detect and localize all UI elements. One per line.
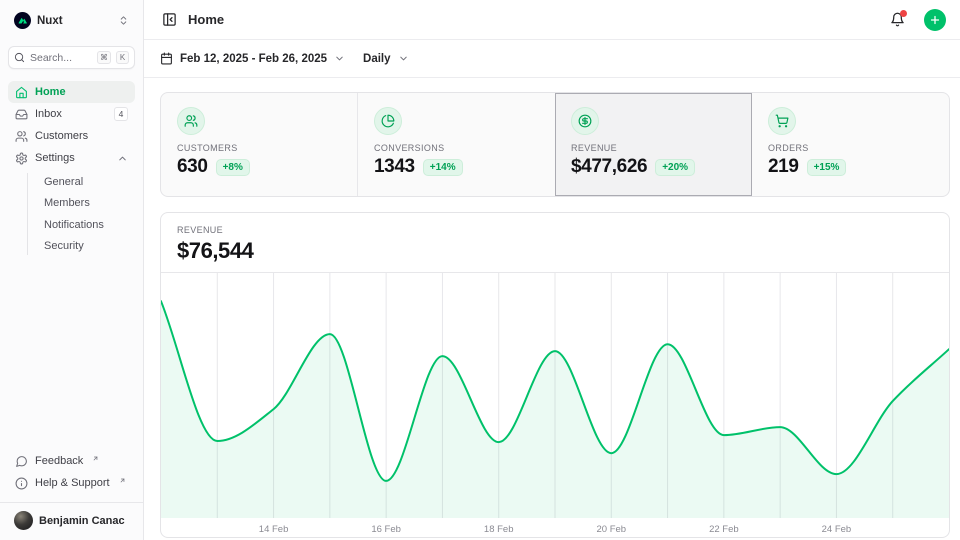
user-name: Benjamin Canac: [39, 515, 125, 527]
date-range-value: Feb 12, 2025 - Feb 26, 2025: [180, 53, 327, 65]
chart-header: REVENUE $76,544: [161, 213, 949, 271]
users-icon: [184, 114, 198, 128]
sidebar-item-inbox[interactable]: Inbox 4: [8, 103, 135, 125]
home-icon: [15, 86, 28, 99]
stat-card-customers[interactable]: CUSTOMERS 630 +8%: [161, 93, 358, 196]
sidebar-item-feedback[interactable]: Feedback: [8, 450, 135, 472]
inbox-count-badge: 4: [114, 107, 128, 121]
settings-subnav: General Members Notifications Security: [8, 171, 135, 257]
sidebar-item-home[interactable]: Home: [8, 81, 135, 103]
sidebar-item-label: Feedback: [35, 455, 83, 467]
chevron-down-icon: [334, 53, 345, 64]
sidebar-item-label: Customers: [35, 130, 128, 142]
panel-left-close-icon: [162, 12, 177, 27]
sidebar-spacer: [8, 259, 135, 450]
workspace-switcher[interactable]: Nuxt: [8, 10, 135, 31]
users-icon: [15, 130, 28, 143]
dollar-sign-icon: [578, 114, 592, 128]
sidebar-item-security[interactable]: Security: [35, 236, 135, 258]
sub-item-label: Members: [44, 197, 90, 209]
revenue-chart-card: REVENUE $76,544 14 Feb 16 Feb 18 Feb 20 Feb…: [160, 212, 950, 538]
cart-icon: [775, 114, 789, 128]
stat-label: REVENUE: [571, 143, 736, 153]
nuxt-logo-icon: [14, 12, 31, 29]
page-content: CUSTOMERS 630 +8% CONVERSIONS 1343 +14%: [144, 78, 960, 540]
sub-item-label: General: [44, 176, 83, 188]
sidebar: Nuxt Search... ⌘ K Home Inbox 4 Customer…: [0, 0, 144, 540]
chevron-up-icon: [117, 153, 128, 164]
stat-value: $477,626: [571, 156, 647, 178]
sidebar-item-settings[interactable]: Settings: [8, 147, 135, 169]
chevron-down-icon: [398, 53, 409, 64]
kbd-k: K: [116, 51, 129, 64]
sidebar-item-help-support[interactable]: Help & Support: [8, 472, 135, 494]
workspace-name: Nuxt: [37, 15, 112, 27]
chevrons-up-down-icon: [118, 15, 129, 26]
stat-delta-badge: +14%: [423, 159, 463, 176]
gear-icon: [15, 152, 28, 165]
x-axis-tick-label: 14 Feb: [259, 524, 289, 535]
sidebar-item-customers[interactable]: Customers: [8, 125, 135, 147]
stat-label: ORDERS: [768, 143, 933, 153]
x-axis-tick-label: 20 Feb: [596, 524, 626, 535]
filters-toolbar: Feb 12, 2025 - Feb 26, 2025 Daily: [144, 40, 960, 78]
sidebar-nav: Home Inbox 4 Customers Settings General …: [8, 81, 135, 259]
sidebar-footer-nav: Feedback Help & Support: [8, 450, 135, 494]
user-avatar: [14, 511, 33, 530]
kbd-cmd: ⌘: [97, 51, 111, 64]
external-link-icon: [119, 477, 126, 484]
notification-dot: [900, 10, 907, 17]
stat-delta-badge: +8%: [216, 159, 250, 176]
x-axis-tick-label: 16 Feb: [371, 524, 401, 535]
sidebar-item-members[interactable]: Members: [35, 193, 135, 215]
revenue-area-chart[interactable]: 14 Feb 16 Feb 18 Feb 20 Feb 22 Feb 24 Feb: [161, 271, 949, 538]
date-range-picker[interactable]: Feb 12, 2025 - Feb 26, 2025: [160, 52, 345, 65]
sub-item-label: Security: [44, 240, 84, 252]
sidebar-item-label: Help & Support: [35, 477, 110, 489]
stat-value: 1343: [374, 156, 415, 178]
stat-card-conversions[interactable]: CONVERSIONS 1343 +14%: [358, 93, 555, 196]
stat-label: CUSTOMERS: [177, 143, 341, 153]
stat-delta-badge: +20%: [655, 159, 695, 176]
x-axis-tick-label: 22 Feb: [709, 524, 739, 535]
search-icon: [14, 52, 25, 63]
x-axis-tick-label: 18 Feb: [484, 524, 514, 535]
collapse-sidebar-button[interactable]: [160, 10, 179, 29]
chart-label: REVENUE: [177, 225, 933, 235]
stat-value: 630: [177, 156, 208, 178]
period-value: Daily: [363, 53, 391, 65]
inbox-icon: [15, 108, 28, 121]
stat-card-orders[interactable]: ORDERS 219 +15%: [752, 93, 949, 196]
main-area: Home Feb 12, 2025 - Feb 26, 2025 Daily: [144, 0, 960, 540]
page-header: Home: [144, 0, 960, 40]
sidebar-item-label: Home: [35, 86, 128, 98]
sub-item-label: Notifications: [44, 219, 104, 231]
stat-value: 219: [768, 156, 799, 178]
app-window: Nuxt Search... ⌘ K Home Inbox 4 Customer…: [0, 0, 960, 540]
plus-icon: [929, 14, 941, 26]
notifications-button[interactable]: [888, 10, 907, 29]
sidebar-item-general[interactable]: General: [35, 171, 135, 193]
period-select[interactable]: Daily: [363, 53, 409, 65]
chart-value: $76,544: [177, 238, 933, 264]
chart-pie-icon: [381, 114, 395, 128]
add-button[interactable]: [924, 9, 946, 31]
user-menu[interactable]: Benjamin Canac: [0, 502, 143, 532]
sidebar-item-label: Inbox: [35, 108, 107, 120]
message-circle-icon: [15, 455, 28, 468]
info-circle-icon: [15, 477, 28, 490]
sidebar-item-label: Settings: [35, 152, 110, 164]
sidebar-item-notifications[interactable]: Notifications: [35, 214, 135, 236]
page-title: Home: [188, 12, 879, 27]
search-input[interactable]: Search... ⌘ K: [8, 46, 135, 69]
x-axis-tick-label: 24 Feb: [822, 524, 852, 535]
stat-label: CONVERSIONS: [374, 143, 539, 153]
stats-group: CUSTOMERS 630 +8% CONVERSIONS 1343 +14%: [160, 92, 950, 197]
stat-card-revenue[interactable]: REVENUE $477,626 +20%: [555, 93, 752, 196]
calendar-icon: [160, 52, 173, 65]
external-link-icon: [92, 455, 99, 462]
search-placeholder: Search...: [30, 52, 92, 64]
stat-delta-badge: +15%: [807, 159, 847, 176]
